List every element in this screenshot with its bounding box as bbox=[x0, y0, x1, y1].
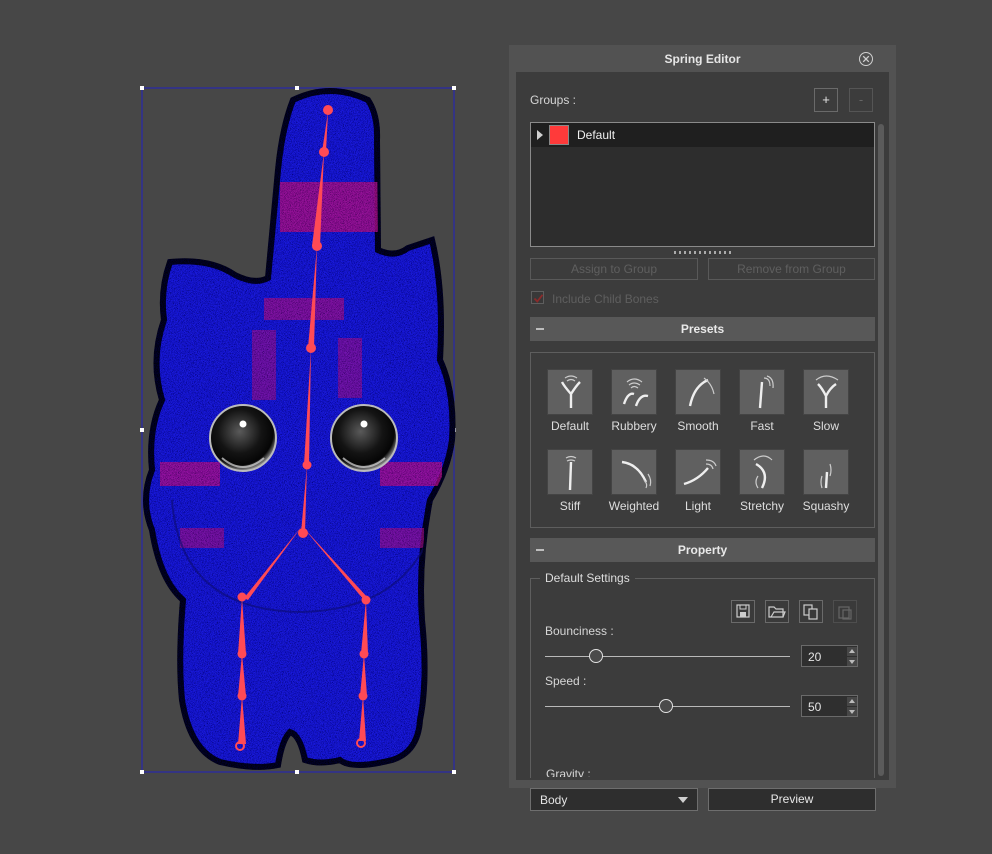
save-settings-button[interactable] bbox=[731, 600, 755, 623]
preset-stretchy[interactable]: Stretchy bbox=[730, 449, 792, 519]
preset-weighted[interactable]: Weighted bbox=[602, 449, 664, 519]
gravity-row: Gravity : bbox=[546, 767, 626, 777]
default-settings-title: Default Settings bbox=[540, 571, 635, 585]
preset-label: Default bbox=[550, 419, 590, 433]
preset-light[interactable]: Light bbox=[666, 449, 728, 519]
body-part-dropdown[interactable]: Body bbox=[530, 788, 698, 811]
copy-settings-button[interactable] bbox=[799, 600, 823, 623]
speed-label: Speed : bbox=[545, 674, 587, 688]
include-child-bones-label: Include Child Bones bbox=[552, 292, 659, 306]
spring-weighted-icon bbox=[611, 449, 657, 495]
right-eye bbox=[330, 404, 398, 472]
spring-editor-panel: Spring Editor Groups : + - Default Assig… bbox=[509, 45, 896, 811]
group-color-swatch[interactable] bbox=[549, 125, 569, 145]
preset-label: Fast bbox=[750, 419, 774, 433]
bounciness-label: Bounciness : bbox=[545, 624, 614, 638]
groups-list[interactable]: Default bbox=[530, 122, 875, 247]
folder-open-icon bbox=[768, 606, 786, 618]
close-icon bbox=[862, 55, 870, 63]
save-icon bbox=[736, 604, 750, 618]
preset-label: Stretchy bbox=[739, 499, 784, 513]
preset-label: Weighted bbox=[608, 499, 660, 513]
character-viewport[interactable] bbox=[0, 0, 500, 854]
preset-fast[interactable]: Fast bbox=[730, 369, 792, 439]
bounciness-value: 20 bbox=[808, 650, 822, 664]
presets-section-header[interactable]: Presets bbox=[530, 317, 875, 341]
presets-grid: Default Rubbery Smooth Fast Slow Stiff W… bbox=[530, 352, 875, 528]
spring-smooth-icon bbox=[675, 369, 721, 415]
default-settings-group: Default Settings Bounciness: 20 Speed:… bbox=[530, 571, 875, 778]
spring-fast-icon bbox=[739, 369, 785, 415]
load-settings-button[interactable] bbox=[765, 600, 789, 623]
add-group-button[interactable]: + bbox=[814, 88, 838, 112]
remove-group-button[interactable]: - bbox=[849, 88, 873, 112]
preset-label: Smooth bbox=[677, 419, 719, 433]
collapse-icon bbox=[536, 328, 544, 330]
gravity-label: Gravity : bbox=[546, 767, 591, 777]
expand-arrow-icon[interactable] bbox=[537, 130, 543, 140]
preset-label: Rubbery bbox=[611, 419, 657, 433]
groups-label: Groups : bbox=[530, 93, 577, 107]
spring-rubbery-icon bbox=[611, 369, 657, 415]
preset-rubbery[interactable]: Rubbery bbox=[602, 369, 664, 439]
preset-squashy[interactable]: Squashy bbox=[794, 449, 856, 519]
spring-light-icon bbox=[675, 449, 721, 495]
paste-icon bbox=[838, 606, 852, 620]
preset-label: Light bbox=[684, 499, 712, 513]
spring-stiff-icon bbox=[547, 449, 593, 495]
speed-value: 50 bbox=[808, 700, 822, 714]
blue-cat-character[interactable] bbox=[143, 88, 456, 770]
close-button[interactable] bbox=[859, 52, 873, 66]
speed-down-arrow[interactable] bbox=[847, 707, 857, 716]
spring-squashy-icon bbox=[803, 449, 849, 495]
panel-scrollbar[interactable] bbox=[878, 124, 884, 776]
bounciness-up-arrow[interactable] bbox=[847, 647, 857, 656]
speed-spinbox[interactable]: 50 bbox=[801, 695, 858, 717]
collapse-icon bbox=[536, 549, 544, 551]
group-name: Default bbox=[577, 128, 616, 142]
panel-content: Groups : + - Default Assign to Group Rem… bbox=[516, 72, 889, 811]
bounciness-slider-thumb[interactable] bbox=[589, 649, 603, 663]
bounciness-spinbox[interactable]: 20 bbox=[801, 645, 858, 667]
speed-up-arrow[interactable] bbox=[847, 697, 857, 706]
preset-smooth[interactable]: Smooth bbox=[666, 369, 728, 439]
group-row-default[interactable]: Default bbox=[531, 123, 874, 147]
spring-stretchy-icon bbox=[739, 449, 785, 495]
remove-from-group-button[interactable]: Remove from Group bbox=[708, 258, 875, 280]
preset-slow[interactable]: Slow bbox=[794, 369, 856, 439]
spring-default-icon bbox=[547, 369, 593, 415]
spring-slow-icon bbox=[803, 369, 849, 415]
presets-header-label: Presets bbox=[680, 322, 725, 336]
list-resize-handle[interactable] bbox=[674, 251, 732, 254]
bounciness-slider-track[interactable] bbox=[545, 656, 790, 657]
property-section-header[interactable]: Property bbox=[530, 538, 875, 562]
panel-title[interactable]: Spring Editor bbox=[509, 45, 896, 72]
body-part-value: Body bbox=[540, 793, 568, 807]
preset-label: Stiff bbox=[559, 499, 581, 513]
bounciness-down-arrow[interactable] bbox=[847, 657, 857, 666]
assign-to-group-button[interactable]: Assign to Group bbox=[530, 258, 698, 280]
include-child-bones-checkbox[interactable] bbox=[531, 291, 544, 304]
copy-icon bbox=[803, 604, 818, 620]
paste-settings-button[interactable] bbox=[833, 600, 857, 623]
chevron-down-icon bbox=[678, 797, 688, 803]
character-canvas[interactable] bbox=[0, 0, 500, 854]
preset-default[interactable]: Default bbox=[538, 369, 600, 439]
preset-stiff[interactable]: Stiff bbox=[538, 449, 600, 519]
preset-label: Squashy bbox=[802, 499, 850, 513]
preview-button[interactable]: Preview bbox=[708, 788, 876, 811]
speed-slider-thumb[interactable] bbox=[659, 699, 673, 713]
preset-label: Slow bbox=[812, 419, 839, 433]
property-header-label: Property bbox=[677, 543, 728, 557]
checkmark-icon bbox=[533, 294, 544, 303]
left-eye bbox=[209, 404, 277, 472]
